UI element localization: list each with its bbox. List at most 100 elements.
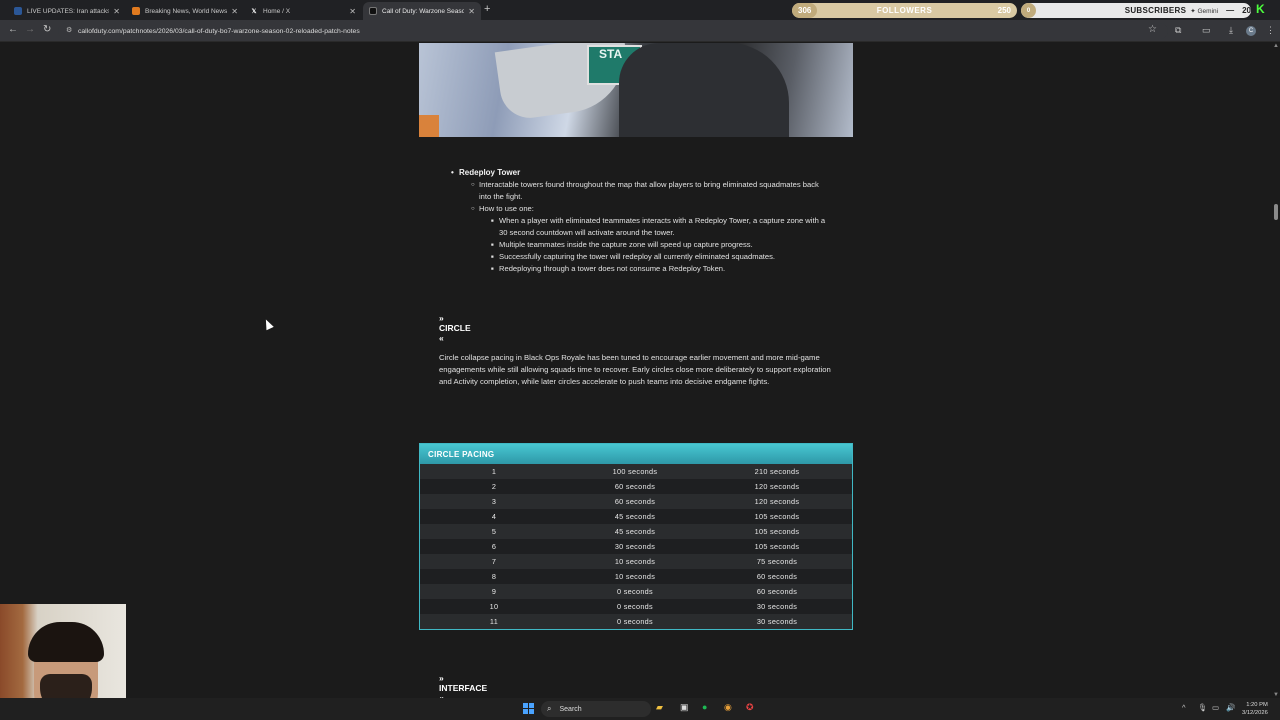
redeploy-list: Redeploy Tower Interactable towers found…	[451, 167, 831, 275]
reload-icon[interactable]: ↻	[43, 24, 51, 35]
web-page: STA Redeploy Tower Interactable towers f…	[0, 43, 1272, 698]
subscribers-label: SUBSCRIBERS	[1124, 6, 1187, 15]
table-cell: 9	[491, 587, 497, 596]
microphone-icon[interactable]: 🎙	[1198, 703, 1208, 712]
taskbar-search[interactable]: ⌕ Search	[541, 701, 651, 717]
hero-sign-text: STA	[599, 47, 623, 61]
table-row: 5 45 seconds 105 seconds	[420, 524, 852, 539]
how-to-use-label: How to use one:	[471, 203, 823, 215]
tab-home-x[interactable]: 𝕏 Home / X ✕	[244, 2, 362, 20]
profile-avatar[interactable]: C	[1246, 26, 1256, 36]
followers-goal-bar: 306 FOLLOWERS 250	[792, 3, 1017, 18]
tab-live-updates[interactable]: LIVE UPDATES: Iran attacks spr ✕	[8, 2, 126, 20]
table-body: 1 100 seconds 210 seconds 2 60 seconds 120 s…	[420, 464, 852, 629]
list-item: Redeploying through a tower does not con…	[491, 263, 831, 275]
x-logo-icon: 𝕏	[251, 8, 257, 15]
table-cell: 45 seconds	[614, 512, 656, 521]
list-item: Multiple teammates inside the capture zo…	[491, 239, 831, 251]
table-cell: 0 seconds	[617, 617, 653, 626]
search-icon: ⌕	[547, 704, 552, 713]
table-row: 4 45 seconds 105 seconds	[420, 509, 852, 524]
table-row: 9 0 seconds 60 seconds	[420, 584, 852, 599]
table-row: 8 10 seconds 60 seconds	[420, 569, 852, 584]
store-icon[interactable]: ▣	[680, 702, 689, 713]
tray-overflow-icon[interactable]: ^	[1182, 703, 1186, 712]
volume-icon[interactable]: 🔊	[1226, 703, 1235, 712]
back-arrow-icon[interactable]: ←	[8, 24, 18, 35]
table-row: 1 100 seconds 210 seconds	[420, 464, 852, 479]
redeploy-title: Redeploy Tower	[451, 167, 831, 179]
table-cell: 60 seconds	[756, 572, 798, 581]
site-settings-icon[interactable]: ⚙	[66, 26, 72, 34]
network-icon[interactable]: ▭	[1212, 703, 1219, 712]
table-cell: 30 seconds	[756, 617, 798, 626]
spotify-icon[interactable]: ●	[702, 702, 707, 712]
table-cell: 10	[489, 602, 499, 611]
hero-image: STA	[419, 43, 853, 137]
tab-title: Home / X	[263, 7, 291, 15]
address-bar[interactable]: callofduty.com/patchnotes/2026/03/call-o…	[58, 23, 1168, 39]
table-row: 11 0 seconds 30 seconds	[420, 614, 852, 629]
subscribers-current: 0	[1021, 3, 1036, 18]
news-favicon-icon	[14, 7, 22, 15]
table-cell: 2	[491, 482, 497, 491]
tab-title: LIVE UPDATES: Iran attacks spr	[27, 7, 110, 15]
tab-breaking-news[interactable]: Breaking News, World News an ✕	[126, 2, 244, 20]
table-cell: 60 seconds	[614, 497, 656, 506]
app-icon[interactable]: ✪	[746, 702, 754, 713]
table-row: 2 60 seconds 120 seconds	[420, 479, 852, 494]
news-favicon-icon	[132, 7, 140, 15]
table-cell: 10 seconds	[614, 557, 656, 566]
table-cell: 30 seconds	[614, 542, 656, 551]
table-cell: 5	[491, 527, 497, 536]
clock-time: 1:20 PM	[1246, 702, 1268, 708]
menu-kebab-icon[interactable]: ⋮	[1266, 25, 1275, 36]
table-row: 6 30 seconds 105 seconds	[420, 539, 852, 554]
table-cell: 105 seconds	[754, 527, 800, 536]
extensions-icon[interactable]: ⧉	[1175, 25, 1181, 36]
table-row: 10 0 seconds 30 seconds	[420, 599, 852, 614]
new-tab-button[interactable]: +	[484, 3, 490, 15]
table-title: CIRCLE PACING	[420, 444, 852, 464]
table-cell: 60 seconds	[756, 587, 798, 596]
scrollbar-thumb[interactable]	[1274, 204, 1278, 220]
forward-arrow-icon[interactable]: →	[25, 24, 35, 35]
close-tab-icon[interactable]: ✕	[231, 7, 238, 16]
scroll-up-icon[interactable]: ▲	[1273, 43, 1279, 49]
table-cell: 10 seconds	[614, 572, 656, 581]
followers-current: 306	[792, 3, 818, 18]
browser-tab-strip: LIVE UPDATES: Iran attacks spr ✕ Breakin…	[0, 0, 1280, 20]
file-explorer-icon[interactable]: ▰	[656, 702, 663, 713]
close-tab-icon[interactable]: ✕	[468, 7, 475, 16]
table-cell: 1	[491, 467, 497, 476]
tab-call-of-duty[interactable]: Call of Duty: Warzone Season 0 ✕	[363, 2, 481, 20]
search-placeholder: Search	[559, 705, 582, 713]
chrome-icon[interactable]: ◉	[724, 702, 732, 713]
windows-start-icon[interactable]	[523, 703, 534, 714]
hero-coat	[619, 43, 789, 137]
redeploy-description: Interactable towers found throughout the…	[471, 179, 823, 203]
clock-date: 3/12/2026	[1242, 710, 1268, 716]
minimize-icon[interactable]: —	[1226, 6, 1234, 15]
close-tab-icon[interactable]: ✕	[349, 7, 356, 16]
download-icon[interactable]: ⤓	[1229, 25, 1233, 36]
table-cell: 120 seconds	[754, 482, 800, 491]
table-cell: 60 seconds	[614, 482, 656, 491]
table-cell: 75 seconds	[756, 557, 798, 566]
cast-icon[interactable]: ▭	[1202, 25, 1211, 36]
system-clock[interactable]: 1:20 PM 3/12/2026	[1242, 701, 1268, 717]
circle-heading: » CIRCLE «	[439, 313, 471, 343]
table-row: 3 60 seconds 120 seconds	[420, 494, 852, 509]
gemini-button[interactable]: ✦ Gemini	[1190, 7, 1218, 15]
page-scrollbar[interactable]: ▲ ▼	[1272, 43, 1280, 698]
close-tab-icon[interactable]: ✕	[113, 7, 120, 16]
subscribers-goal-bar: 0 SUBSCRIBERS ✦ Gemini — 20	[1021, 3, 1251, 18]
windows-taskbar: ⌕ Search ▰ ▣ ● ◉ ✪ ^ 🎙 ▭ 🔊 1:20 PM 3/12/…	[0, 698, 1280, 720]
table-cell: 7	[491, 557, 497, 566]
bookmark-star-icon[interactable]: ☆	[1148, 24, 1157, 35]
circle-pacing-table: CIRCLE PACING 1 100 seconds 210 seconds 26…	[419, 443, 853, 630]
subscribers-goal: 20	[1242, 6, 1251, 15]
table-cell: 6	[491, 542, 497, 551]
mouse-cursor	[262, 317, 274, 331]
table-cell: 210 seconds	[754, 467, 800, 476]
